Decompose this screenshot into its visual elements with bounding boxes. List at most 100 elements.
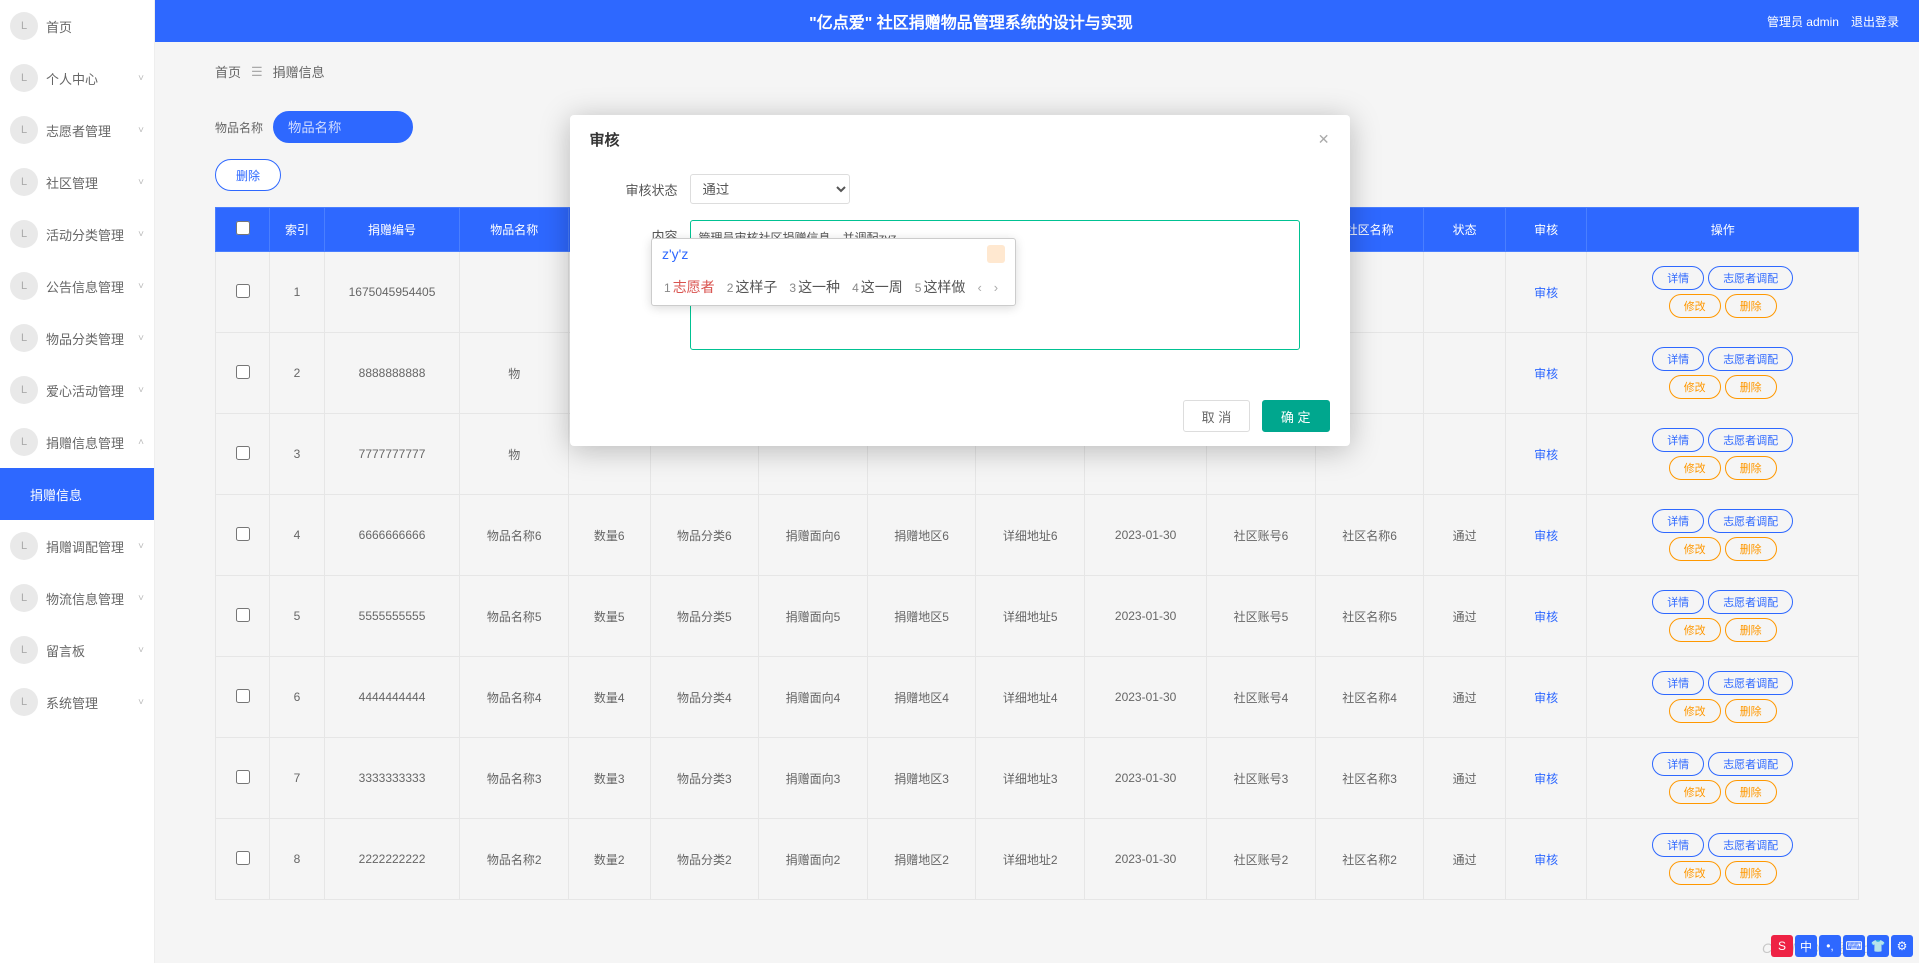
edit-button[interactable]: 修改 bbox=[1669, 537, 1721, 561]
select-all-checkbox[interactable] bbox=[236, 221, 250, 235]
item-name-input[interactable] bbox=[273, 111, 413, 143]
row-checkbox[interactable] bbox=[236, 851, 250, 865]
row-checkbox[interactable] bbox=[236, 689, 250, 703]
sidebar-item-label: 志愿者管理 bbox=[46, 121, 138, 140]
review-link[interactable]: 审核 bbox=[1534, 448, 1558, 462]
status-select[interactable]: 通过 bbox=[690, 174, 850, 204]
sidebar-item-9[interactable]: 捐赠信息 bbox=[0, 468, 154, 520]
clock-icon: L bbox=[10, 272, 38, 300]
clock-icon: L bbox=[10, 376, 38, 404]
clock-icon: L bbox=[10, 636, 38, 664]
sidebar-item-6[interactable]: L物品分类管理˅ bbox=[0, 312, 154, 364]
row-checkbox[interactable] bbox=[236, 527, 250, 541]
ime-popup: z'y'z 1志愿者2这样子3这一种4这一周5这样做‹ › bbox=[651, 238, 1016, 306]
edit-button[interactable]: 修改 bbox=[1669, 699, 1721, 723]
assign-button[interactable]: 志愿者调配 bbox=[1708, 428, 1793, 452]
sidebar-item-label: 系统管理 bbox=[46, 693, 138, 712]
table-header: 索引 bbox=[270, 208, 324, 252]
assign-button[interactable]: 志愿者调配 bbox=[1708, 347, 1793, 371]
sidebar-item-0[interactable]: L首页 bbox=[0, 0, 154, 52]
ime-candidate[interactable]: 2这样子 bbox=[723, 275, 782, 299]
review-link[interactable]: 审核 bbox=[1534, 286, 1558, 300]
logout-link[interactable]: 退出登录 bbox=[1851, 13, 1899, 30]
sidebar-item-1[interactable]: L个人中心˅ bbox=[0, 52, 154, 104]
sidebar: L首页L个人中心˅L志愿者管理˅L社区管理˅L活动分类管理˅L公告信息管理˅L物… bbox=[0, 0, 155, 963]
sidebar-item-10[interactable]: L捐赠调配管理˅ bbox=[0, 520, 154, 572]
ok-button[interactable]: 确 定 bbox=[1262, 400, 1330, 432]
sidebar-item-2[interactable]: L志愿者管理˅ bbox=[0, 104, 154, 156]
topbar: "亿点爱" 社区捐赠物品管理系统的设计与实现 管理员 admin 退出登录 bbox=[155, 0, 1919, 42]
assign-button[interactable]: 志愿者调配 bbox=[1708, 752, 1793, 776]
ime-settings-icon[interactable]: ⚙ bbox=[1891, 935, 1913, 957]
sidebar-item-5[interactable]: L公告信息管理˅ bbox=[0, 260, 154, 312]
row-delete-button[interactable]: 删除 bbox=[1725, 456, 1777, 480]
ime-input: z'y'z bbox=[662, 246, 688, 262]
row-delete-button[interactable]: 删除 bbox=[1725, 699, 1777, 723]
detail-button[interactable]: 详情 bbox=[1652, 752, 1704, 776]
detail-button[interactable]: 详情 bbox=[1652, 266, 1704, 290]
edit-button[interactable]: 修改 bbox=[1669, 861, 1721, 885]
sidebar-item-12[interactable]: L留言板˅ bbox=[0, 624, 154, 676]
cancel-button[interactable]: 取 消 bbox=[1183, 400, 1251, 432]
ime-skin-icon[interactable]: 👕 bbox=[1867, 935, 1889, 957]
ime-nav-icon[interactable]: ‹ bbox=[973, 280, 985, 295]
edit-button[interactable]: 修改 bbox=[1669, 375, 1721, 399]
delete-button[interactable]: 删除 bbox=[215, 159, 281, 191]
assign-button[interactable]: 志愿者调配 bbox=[1708, 671, 1793, 695]
row-delete-button[interactable]: 删除 bbox=[1725, 861, 1777, 885]
row-delete-button[interactable]: 删除 bbox=[1725, 375, 1777, 399]
bc-home[interactable]: 首页 bbox=[215, 62, 241, 81]
edit-button[interactable]: 修改 bbox=[1669, 618, 1721, 642]
row-checkbox[interactable] bbox=[236, 446, 250, 460]
review-link[interactable]: 审核 bbox=[1534, 529, 1558, 543]
detail-button[interactable]: 详情 bbox=[1652, 833, 1704, 857]
review-link[interactable]: 审核 bbox=[1534, 610, 1558, 624]
sidebar-item-3[interactable]: L社区管理˅ bbox=[0, 156, 154, 208]
table-row: 55555555555物品名称5数量5物品分类5捐赠面向5捐赠地区5详细地址52… bbox=[216, 576, 1859, 657]
ime-candidate[interactable]: 1志愿者 bbox=[660, 275, 719, 299]
assign-button[interactable]: 志愿者调配 bbox=[1708, 509, 1793, 533]
close-icon[interactable]: ✕ bbox=[1318, 131, 1330, 148]
detail-button[interactable]: 详情 bbox=[1652, 509, 1704, 533]
detail-button[interactable]: 详情 bbox=[1652, 590, 1704, 614]
sidebar-item-13[interactable]: L系统管理˅ bbox=[0, 676, 154, 728]
sidebar-item-11[interactable]: L物流信息管理˅ bbox=[0, 572, 154, 624]
sidebar-item-8[interactable]: L捐赠信息管理˄ bbox=[0, 416, 154, 468]
ime-candidate[interactable]: 3这一种 bbox=[785, 275, 844, 299]
review-link[interactable]: 审核 bbox=[1534, 367, 1558, 381]
row-checkbox[interactable] bbox=[236, 608, 250, 622]
row-checkbox[interactable] bbox=[236, 770, 250, 784]
row-delete-button[interactable]: 删除 bbox=[1725, 294, 1777, 318]
ime-candidate[interactable]: 4这一周 bbox=[848, 275, 907, 299]
detail-button[interactable]: 详情 bbox=[1652, 347, 1704, 371]
detail-button[interactable]: 详情 bbox=[1652, 671, 1704, 695]
row-checkbox[interactable] bbox=[236, 284, 250, 298]
edit-button[interactable]: 修改 bbox=[1669, 294, 1721, 318]
assign-button[interactable]: 志愿者调配 bbox=[1708, 833, 1793, 857]
chevron-down-icon: ˅ bbox=[138, 645, 144, 656]
ime-keyboard-icon[interactable]: ⌨ bbox=[1843, 935, 1865, 957]
review-link[interactable]: 审核 bbox=[1534, 853, 1558, 867]
ime-tool-icon[interactable]: S bbox=[1771, 935, 1793, 957]
sidebar-item-4[interactable]: L活动分类管理˅ bbox=[0, 208, 154, 260]
ime-candidate[interactable]: 5这样做 bbox=[911, 275, 970, 299]
review-link[interactable]: 审核 bbox=[1534, 772, 1558, 786]
chevron-down-icon: ˅ bbox=[138, 73, 144, 84]
ime-punct-icon[interactable]: •, bbox=[1819, 935, 1841, 957]
edit-button[interactable]: 修改 bbox=[1669, 780, 1721, 804]
row-delete-button[interactable]: 删除 bbox=[1725, 780, 1777, 804]
assign-button[interactable]: 志愿者调配 bbox=[1708, 590, 1793, 614]
row-checkbox[interactable] bbox=[236, 365, 250, 379]
current-user[interactable]: 管理员 admin bbox=[1767, 13, 1839, 30]
sidebar-item-label: 社区管理 bbox=[46, 173, 138, 192]
detail-button[interactable]: 详情 bbox=[1652, 428, 1704, 452]
chevron-down-icon: ˅ bbox=[138, 125, 144, 136]
row-delete-button[interactable]: 删除 bbox=[1725, 618, 1777, 642]
ime-lang-icon[interactable]: 中 bbox=[1795, 935, 1817, 957]
sidebar-item-7[interactable]: L爱心活动管理˅ bbox=[0, 364, 154, 416]
row-delete-button[interactable]: 删除 bbox=[1725, 537, 1777, 561]
edit-button[interactable]: 修改 bbox=[1669, 456, 1721, 480]
assign-button[interactable]: 志愿者调配 bbox=[1708, 266, 1793, 290]
review-link[interactable]: 审核 bbox=[1534, 691, 1558, 705]
ime-nav-icon[interactable]: › bbox=[990, 280, 1002, 295]
